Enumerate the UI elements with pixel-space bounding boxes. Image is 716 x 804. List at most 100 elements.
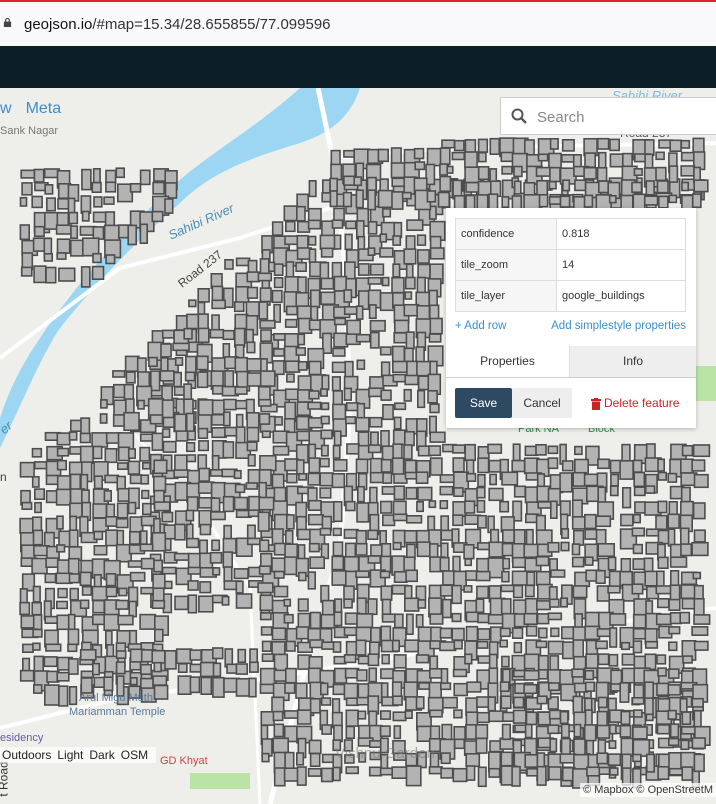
- building-footprint[interactable]: [405, 514, 423, 524]
- building-footprint[interactable]: [452, 457, 465, 473]
- building-footprint[interactable]: [139, 530, 148, 545]
- building-footprint[interactable]: [151, 531, 167, 552]
- building-footprint[interactable]: [129, 676, 138, 686]
- building-footprint[interactable]: [20, 544, 36, 560]
- building-footprint[interactable]: [115, 517, 129, 529]
- building-footprint[interactable]: [321, 724, 333, 735]
- building-footprint[interactable]: [429, 655, 439, 670]
- building-footprint[interactable]: [356, 669, 368, 682]
- building-footprint[interactable]: [439, 474, 455, 484]
- building-footprint[interactable]: [105, 572, 117, 587]
- building-footprint[interactable]: [368, 667, 378, 683]
- building-footprint[interactable]: [331, 472, 346, 489]
- building-footprint[interactable]: [560, 723, 570, 739]
- building-footprint[interactable]: [222, 551, 234, 569]
- building-footprint[interactable]: [415, 696, 425, 710]
- building-footprint[interactable]: [439, 499, 449, 510]
- building-footprint[interactable]: [691, 697, 704, 708]
- building-footprint[interactable]: [295, 682, 308, 699]
- building-footprint[interactable]: [416, 541, 431, 558]
- building-footprint[interactable]: [343, 306, 358, 316]
- building-footprint[interactable]: [463, 543, 475, 560]
- building-footprint[interactable]: [451, 612, 462, 623]
- building-footprint[interactable]: [211, 399, 226, 415]
- building-footprint[interactable]: [488, 767, 501, 778]
- building-footprint[interactable]: [453, 487, 464, 497]
- building-footprint[interactable]: [32, 529, 44, 546]
- building-footprint[interactable]: [296, 459, 305, 475]
- building-footprint[interactable]: [656, 654, 667, 665]
- building-footprint[interactable]: [142, 502, 152, 516]
- building-footprint[interactable]: [127, 501, 137, 515]
- building-footprint[interactable]: [321, 374, 330, 391]
- building-footprint[interactable]: [476, 711, 490, 724]
- building-footprint[interactable]: [608, 195, 617, 204]
- building-footprint[interactable]: [56, 447, 70, 457]
- building-footprint[interactable]: [596, 667, 614, 684]
- building-footprint[interactable]: [475, 570, 491, 582]
- building-footprint[interactable]: [439, 627, 453, 639]
- building-footprint[interactable]: [140, 677, 154, 689]
- building-footprint[interactable]: [607, 753, 622, 766]
- building-footprint[interactable]: [125, 371, 136, 384]
- building-footprint[interactable]: [499, 639, 509, 648]
- building-footprint[interactable]: [93, 530, 104, 541]
- building-footprint[interactable]: [609, 459, 622, 474]
- building-footprint[interactable]: [308, 248, 317, 264]
- building-footprint[interactable]: [234, 327, 246, 348]
- building-footprint[interactable]: [367, 444, 382, 454]
- building-footprint[interactable]: [692, 571, 702, 580]
- building-footprint[interactable]: [140, 557, 155, 570]
- building-footprint[interactable]: [81, 210, 90, 222]
- building-footprint[interactable]: [44, 184, 54, 195]
- building-footprint[interactable]: [464, 151, 478, 169]
- building-footprint[interactable]: [393, 570, 408, 583]
- building-footprint[interactable]: [620, 641, 631, 651]
- building-footprint[interactable]: [333, 724, 343, 743]
- building-footprint[interactable]: [247, 509, 260, 518]
- building-footprint[interactable]: [537, 153, 549, 162]
- building-footprint[interactable]: [692, 502, 706, 520]
- building-footprint[interactable]: [489, 137, 500, 156]
- building-footprint[interactable]: [537, 668, 549, 680]
- building-footprint[interactable]: [477, 766, 487, 788]
- building-footprint[interactable]: [160, 357, 169, 372]
- building-footprint[interactable]: [382, 472, 393, 484]
- building-footprint[interactable]: [536, 695, 548, 705]
- building-footprint[interactable]: [331, 361, 347, 373]
- building-footprint[interactable]: [297, 360, 308, 371]
- building-footprint[interactable]: [185, 509, 195, 522]
- building-footprint[interactable]: [571, 556, 585, 568]
- building-footprint[interactable]: [246, 441, 258, 452]
- building-footprint[interactable]: [620, 710, 631, 726]
- building-footprint[interactable]: [31, 195, 43, 209]
- building-footprint[interactable]: [681, 181, 690, 192]
- building-footprint[interactable]: [283, 598, 292, 607]
- building-footprint[interactable]: [92, 445, 103, 460]
- building-footprint[interactable]: [355, 189, 364, 209]
- building-footprint[interactable]: [429, 317, 443, 335]
- building-footprint[interactable]: [369, 319, 386, 332]
- building-footprint[interactable]: [571, 543, 581, 556]
- building-footprint[interactable]: [185, 412, 195, 432]
- building-footprint[interactable]: [259, 454, 277, 472]
- building-footprint[interactable]: [249, 648, 258, 665]
- building-footprint[interactable]: [209, 551, 223, 564]
- building-footprint[interactable]: [442, 696, 458, 709]
- building-footprint[interactable]: [332, 766, 341, 782]
- building-footprint[interactable]: [129, 530, 141, 545]
- building-footprint[interactable]: [319, 487, 332, 499]
- building-footprint[interactable]: [118, 587, 128, 597]
- building-footprint[interactable]: [381, 208, 392, 218]
- building-footprint[interactable]: [273, 585, 289, 598]
- building-footprint[interactable]: [56, 252, 67, 260]
- building-footprint[interactable]: [307, 571, 316, 590]
- building-footprint[interactable]: [679, 697, 688, 713]
- building-footprint[interactable]: [20, 615, 36, 629]
- building-footprint[interactable]: [513, 180, 522, 195]
- building-footprint[interactable]: [272, 710, 284, 722]
- building-footprint[interactable]: [344, 233, 353, 251]
- building-footprint[interactable]: [644, 139, 655, 157]
- building-footprint[interactable]: [43, 684, 60, 706]
- building-footprint[interactable]: [45, 197, 56, 212]
